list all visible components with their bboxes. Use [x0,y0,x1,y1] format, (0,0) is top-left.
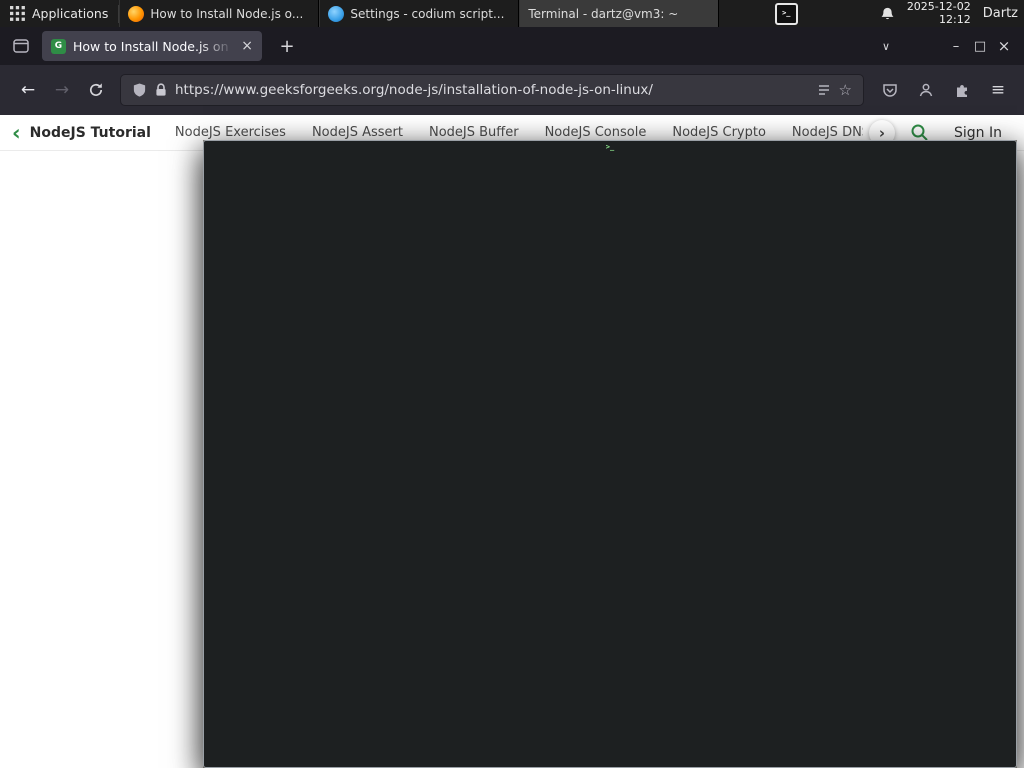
navigation-toolbar: ← → https://www.geeksforgeeks.org/node-j… [0,65,1024,115]
menu-icon[interactable]: ≡ [984,76,1012,104]
nav-item[interactable]: NodeJS Buffer [429,125,519,140]
clock-date: 2025-12-02 [906,0,971,13]
panel-window-label: Terminal - dartz@vm3: ~ [528,6,679,21]
browser-minimize-button[interactable]: – [944,39,968,54]
nav-item[interactable]: NodeJS Exercises [175,125,286,140]
tab-close-icon[interactable]: × [241,39,253,53]
browser-tab[interactable]: G How to Install Node.js on × [42,31,262,61]
toolbar-icons: ≡ [876,76,1012,104]
panel-tray: >_ 2025-12-02 12:12 Dartz [774,0,1024,27]
applications-label: Applications [32,6,109,21]
url-bar[interactable]: https://www.geeksforgeeks.org/node-js/in… [120,74,864,106]
applications-menu[interactable]: Applications [0,0,118,27]
reload-button[interactable] [80,74,112,106]
panel-clock[interactable]: 2025-12-02 12:12 [906,0,971,26]
bookmark-star-icon[interactable]: ☆ [839,81,852,99]
nav-item[interactable]: NodeJS Console [545,125,647,140]
list-all-tabs-icon[interactable]: ∨ [874,40,898,53]
user-label: Dartz [982,6,1018,21]
desktop: Applications How to Install Node.js o...… [0,0,1024,768]
nav-active-item[interactable]: NodeJS Tutorial [30,125,151,141]
gfg-nav-items: NodeJS Exercises NodeJS Assert NodeJS Buff… [175,125,863,140]
firefox-icon [128,5,145,22]
top-panel: Applications How to Install Node.js o...… [0,0,1024,768]
tray-terminal-icon[interactable]: >_ [774,2,798,25]
firefox-view-button[interactable] [8,33,34,59]
codium-icon [328,5,345,22]
nav-back-chevron-icon[interactable]: ‹ [12,122,21,143]
account-icon[interactable] [912,76,940,104]
nav-item[interactable]: NodeJS DNS [792,125,863,140]
clock-time: 12:12 [939,12,971,26]
extensions-icon[interactable] [948,76,976,104]
applications-grid-icon [10,6,25,21]
terminal-icon: >_ [203,140,1017,768]
forward-button[interactable]: → [46,74,78,106]
nav-item[interactable]: NodeJS Assert [312,125,403,140]
tab-strip: G How to Install Node.js on × + ∨ – □ × [0,27,1024,65]
tab-title: How to Install Node.js on [73,38,229,54]
panel-window-label: Settings - codium script... [350,6,505,21]
url-text: https://www.geeksforgeeks.org/node-js/in… [175,82,653,98]
nav-item[interactable]: NodeJS Crypto [672,125,766,140]
gfg-favicon: G [51,38,66,54]
tracking-shield-icon[interactable] [132,82,147,98]
new-tab-button[interactable]: + [274,36,300,57]
back-button[interactable]: ← [12,74,44,106]
lock-icon[interactable] [155,83,167,97]
panel-window-button-codium[interactable]: Settings - codium script... [319,0,520,27]
panel-window-button-terminal[interactable]: >_ Terminal - dartz@vm3: ~ [203,0,1017,768]
panel-window-buttons: How to Install Node.js o... Settings - co… [119,0,1017,768]
panel-window-button-firefox[interactable]: How to Install Node.js o... [119,0,320,27]
browser-close-button[interactable]: × [992,37,1016,55]
window-controls: ∨ – □ × [874,37,1016,55]
notification-bell-icon[interactable] [880,6,895,22]
panel-window-label: How to Install Node.js o... [150,6,304,21]
reload-icon [89,83,103,96]
pocket-icon[interactable] [876,76,904,104]
firefox-view-icon [13,39,29,53]
reader-view-icon[interactable] [817,83,831,97]
browser-maximize-button[interactable]: □ [968,39,992,54]
